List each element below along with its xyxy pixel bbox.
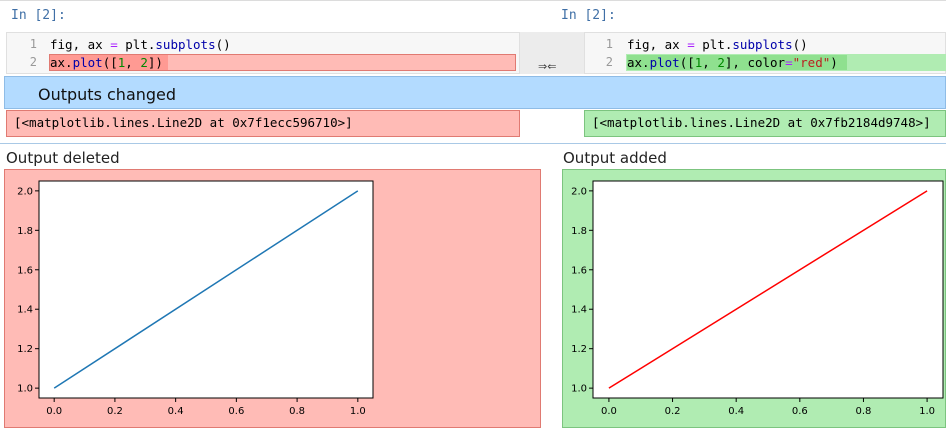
y-tick-label: 1.0 xyxy=(571,384,587,395)
line-number: 1 xyxy=(29,37,37,51)
output-deleted-label: Output deleted xyxy=(6,149,120,167)
x-tick-label: 0.2 xyxy=(665,406,681,417)
x-tick-label: 0.8 xyxy=(289,406,305,417)
added-output-panel: 0.0 0.2 0.4 0.6 0.8 1.0 1.0 1.2 1.4 1.6 1.8 2.0 xyxy=(562,169,946,428)
y-tick-label: 1.2 xyxy=(571,344,587,355)
y-tick-label: 1.4 xyxy=(571,305,587,316)
banner-title: Outputs changed xyxy=(38,85,177,104)
code-line: fig, ax = plt.subplots() xyxy=(50,37,231,52)
line-number: 2 xyxy=(605,55,613,69)
left-code-editor[interactable]: 1 2 fig, ax = plt.subplots() ax.plot([1,… xyxy=(6,32,520,74)
y-tick-label: 1.6 xyxy=(17,265,33,276)
output-added-label: Output added xyxy=(563,149,667,167)
right-code-editor[interactable]: 1 2 fig, ax = plt.subplots() ax.plot([1,… xyxy=(584,32,946,74)
y-tick-label: 1.0 xyxy=(17,384,33,395)
right-cell-prompt: In [2]: xyxy=(561,8,616,23)
left-cell-prompt: In [2]: xyxy=(11,8,66,23)
x-tick-label: 1.0 xyxy=(350,406,366,417)
y-tick-label: 1.8 xyxy=(571,226,587,237)
top-divider xyxy=(0,0,946,1)
x-tick-label: 0.2 xyxy=(107,406,123,417)
code-line: ax.plot([1, 2], color="red") xyxy=(627,55,838,70)
deleted-output-panel: 0.0 0.2 0.4 0.6 0.8 1.0 1.0 1.2 1.4 1.6 1.8 2.0 xyxy=(4,169,541,428)
y-tick-label: 1.6 xyxy=(571,265,587,276)
x-tick-label: 0.0 xyxy=(46,406,62,417)
x-tick-label: 1.0 xyxy=(919,406,935,417)
x-tick-label: 0.8 xyxy=(856,406,872,417)
added-output-text: [<matplotlib.lines.Line2D at 0x7fb2184d9… xyxy=(592,115,931,130)
y-tick-label: 1.4 xyxy=(17,305,33,316)
merge-arrows-icon[interactable]: ⇒⇐ xyxy=(538,60,556,73)
y-tick-label: 1.8 xyxy=(17,226,33,237)
deleted-output-text: [<matplotlib.lines.Line2D at 0x7f1ecc596… xyxy=(14,115,353,130)
x-tick-label: 0.0 xyxy=(601,406,617,417)
code-line: fig, ax = plt.subplots() xyxy=(627,37,808,52)
outputs-changed-banner[interactable]: Outputs changed xyxy=(4,76,946,109)
line-number: 1 xyxy=(605,37,613,51)
y-tick-label: 2.0 xyxy=(17,186,33,197)
y-tick-label: 2.0 xyxy=(571,186,587,197)
added-output-text-box: [<matplotlib.lines.Line2D at 0x7fb2184d9… xyxy=(584,110,946,137)
deleted-plot: 0.0 0.2 0.4 0.6 0.8 1.0 1.0 1.2 1.4 1.6 1.8 2.0 xyxy=(17,180,374,417)
y-tick-label: 1.2 xyxy=(17,344,33,355)
code-line: ax.plot([1, 2]) xyxy=(50,55,163,70)
section-divider xyxy=(0,143,946,144)
line-number: 2 xyxy=(29,55,37,69)
added-plot: 0.0 0.2 0.4 0.6 0.8 1.0 1.0 1.2 1.4 1.6 1.8 2.0 xyxy=(571,180,944,417)
x-tick-label: 0.4 xyxy=(168,406,184,417)
x-tick-label: 0.4 xyxy=(728,406,744,417)
deleted-output-text-box: [<matplotlib.lines.Line2D at 0x7f1ecc596… xyxy=(6,110,520,137)
x-tick-label: 0.6 xyxy=(792,406,808,417)
x-tick-label: 0.6 xyxy=(228,406,244,417)
